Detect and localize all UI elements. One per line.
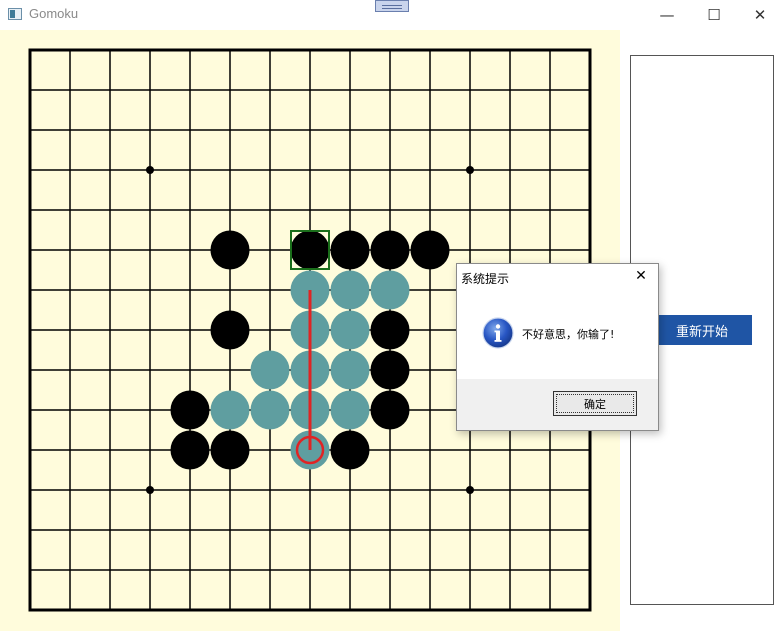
black-stone [330, 430, 370, 470]
title-bar[interactable]: Gomoku — ☐ ✕ [0, 0, 782, 30]
window-title: Gomoku [29, 6, 79, 21]
star-point [146, 166, 154, 174]
white-stone [330, 350, 370, 390]
minimize-button[interactable]: — [644, 0, 690, 30]
maximize-button[interactable]: ☐ [691, 0, 737, 30]
ok-button[interactable]: 确定 [553, 391, 637, 416]
black-stone [170, 390, 210, 430]
black-stone [170, 430, 210, 470]
white-stone [250, 350, 290, 390]
dialog-footer: 确定 [457, 379, 658, 430]
white-stone [210, 390, 250, 430]
star-point [466, 486, 474, 494]
black-stone [370, 390, 410, 430]
black-stone [370, 230, 410, 270]
black-stone [290, 230, 330, 270]
black-stone [370, 350, 410, 390]
black-stone [330, 230, 370, 270]
restart-button[interactable]: 重新开始 [652, 315, 752, 345]
dialog-close-button[interactable]: ✕ [630, 266, 652, 286]
black-stone [370, 310, 410, 350]
white-stone [250, 390, 290, 430]
white-stone [330, 270, 370, 310]
white-stone [370, 270, 410, 310]
star-point [146, 486, 154, 494]
game-window: Gomoku — ☐ ✕ 重新开始 系统提示 ✕ 不好意思，你输了! 确定 [0, 0, 782, 631]
info-icon [482, 317, 514, 349]
dialog-title: 系统提示 [461, 272, 510, 286]
white-stone [330, 390, 370, 430]
dialog-message: 不好意思，你输了! [522, 328, 615, 341]
black-stone [210, 430, 250, 470]
message-dialog: 系统提示 ✕ 不好意思，你输了! 确定 [456, 263, 659, 431]
white-stone [330, 310, 370, 350]
close-button[interactable]: ✕ [737, 0, 782, 30]
drag-handle-icon[interactable] [375, 0, 409, 12]
black-stone [410, 230, 450, 270]
app-icon [8, 8, 22, 20]
star-point [466, 166, 474, 174]
black-stone [210, 310, 250, 350]
black-stone [210, 230, 250, 270]
